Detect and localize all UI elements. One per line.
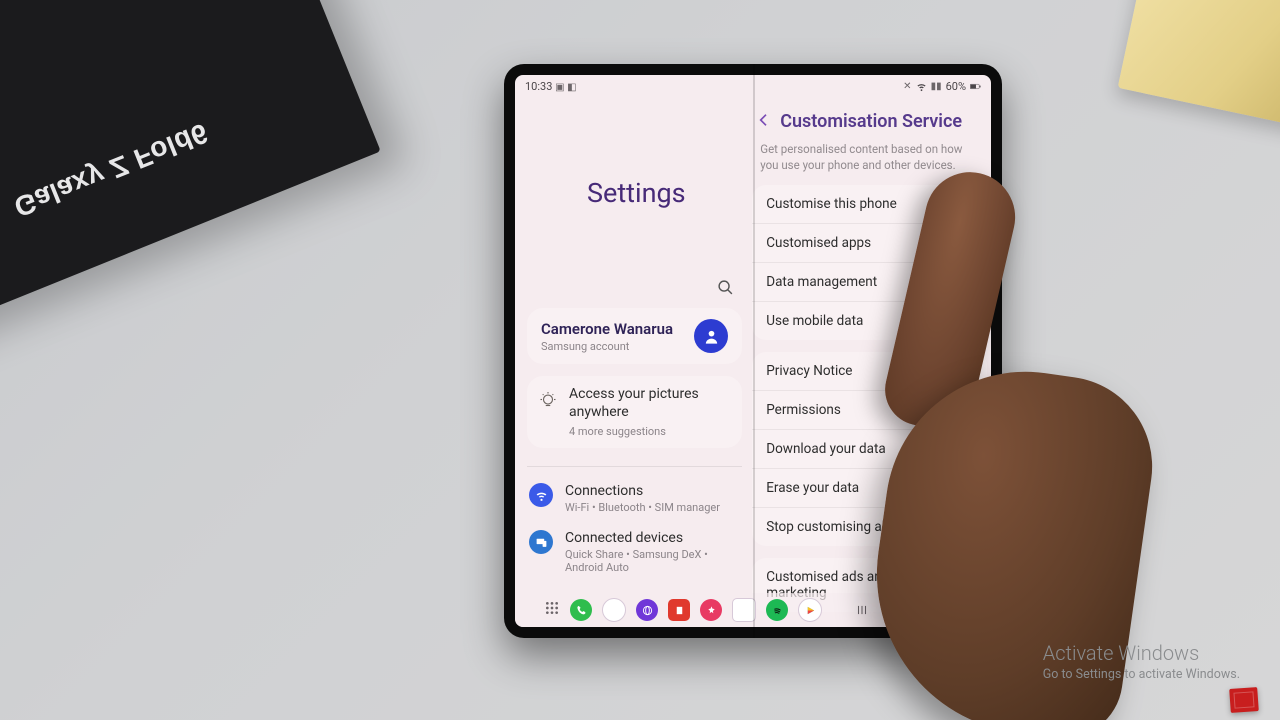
- row-label: Permissions: [766, 402, 841, 418]
- news-app-icon[interactable]: [668, 599, 690, 621]
- row-label: Download your data: [766, 441, 886, 457]
- wood-block: [1118, 0, 1280, 129]
- row-label: Customised apps: [766, 235, 871, 251]
- activate-windows-watermark: Activate Windows Go to Settings to activ…: [1043, 641, 1240, 682]
- phone-app-icon[interactable]: [570, 599, 592, 621]
- search-icon: [717, 279, 734, 296]
- watermark-line1: Activate Windows: [1043, 641, 1240, 665]
- settings-master-pane: Settings Camerone Wanarua Samsung accoun…: [515, 97, 748, 627]
- product-box-label: Galaxy Z Fold6: [10, 116, 213, 223]
- row-erase-data[interactable]: Erase your data: [752, 469, 987, 508]
- app-drawer-button[interactable]: [544, 600, 560, 620]
- gallery-app-icon[interactable]: [700, 599, 722, 621]
- suggestion-more: 4 more suggestions: [569, 425, 730, 438]
- spotify-app-icon[interactable]: [766, 599, 788, 621]
- suggestion-card[interactable]: Access your pictures anywhere 4 more sug…: [527, 376, 742, 448]
- battery-icon: [970, 81, 981, 92]
- row-data-management[interactable]: Data management: [752, 263, 987, 302]
- settings-group-2: Privacy Notice Permissions Download your…: [752, 352, 987, 546]
- row-permissions[interactable]: Permissions: [752, 391, 987, 430]
- product-box: Galaxy Z Fold6: [0, 0, 381, 361]
- account-card[interactable]: Camerone Wanarua Samsung account: [527, 308, 742, 364]
- watermark-line2: Go to Settings to activate Windows.: [1043, 667, 1240, 682]
- messages-app-icon[interactable]: [602, 598, 626, 622]
- status-time: 10:33: [525, 80, 552, 93]
- row-label: Privacy Notice: [766, 363, 852, 379]
- category-desc: Wi-Fi • Bluetooth • SIM manager: [565, 501, 720, 514]
- page-title: Settings: [587, 177, 744, 209]
- category-connected-devices[interactable]: Connected devices Quick Share • Samsung …: [525, 522, 744, 582]
- avatar: [694, 319, 728, 353]
- back-button[interactable]: [756, 112, 772, 132]
- mute-icon: ✕: [903, 81, 911, 92]
- row-privacy-notice[interactable]: Privacy Notice: [752, 352, 987, 391]
- device-hinge: [753, 64, 755, 638]
- grid-icon: [544, 600, 560, 616]
- recents-icon: [855, 603, 869, 617]
- row-label: Customise this phone: [766, 196, 897, 212]
- status-left: 10:33 ▣ ◧: [525, 80, 577, 93]
- search-button[interactable]: [717, 279, 734, 300]
- account-name: Camerone Wanarua: [541, 320, 673, 338]
- category-desc: Quick Share • Samsung DeX • Android Auto: [565, 548, 740, 574]
- category-title: Connected devices: [565, 530, 740, 546]
- category-title: Connections: [565, 483, 720, 499]
- status-right: ✕ ▮▮ 60%: [903, 80, 981, 93]
- signal-icon: ▮▮: [931, 81, 942, 92]
- person-icon: [703, 328, 720, 345]
- lightbulb-icon: [539, 392, 557, 410]
- chevron-left-icon: [756, 112, 772, 128]
- divider: [527, 466, 742, 467]
- row-label: Stop customising all devices: [766, 519, 937, 535]
- row-label: Use mobile data: [766, 313, 863, 329]
- detail-title: Customisation Service: [780, 111, 962, 132]
- wifi-icon: [916, 81, 927, 92]
- row-label: Data management: [766, 274, 877, 290]
- row-label: Erase your data: [766, 480, 859, 496]
- recents-button[interactable]: [854, 602, 870, 618]
- chevron-left-icon: [947, 603, 961, 617]
- row-customised-apps[interactable]: Customised apps: [752, 224, 987, 263]
- category-connections[interactable]: Connections Wi-Fi • Bluetooth • SIM mana…: [525, 475, 744, 522]
- suggestion-headline: Access your pictures anywhere: [569, 386, 730, 421]
- devices-icon: [529, 530, 553, 554]
- home-button[interactable]: [900, 602, 916, 618]
- foldable-device: 10:33 ▣ ◧ ✕ ▮▮ 60% Settings: [504, 64, 1002, 638]
- back-button-nav[interactable]: [946, 602, 962, 618]
- account-sub: Samsung account: [541, 340, 673, 353]
- home-icon: [901, 603, 915, 617]
- row-customise-phone[interactable]: Customise this phone: [752, 185, 987, 224]
- wifi-icon: [529, 483, 553, 507]
- settings-group-1: Customise this phone Customised apps Dat…: [752, 185, 987, 340]
- play-store-app-icon[interactable]: [798, 598, 822, 622]
- status-misc-icon: ▣ ◧: [555, 82, 576, 93]
- status-battery: 60%: [946, 80, 966, 93]
- browser-app-icon[interactable]: [636, 599, 658, 621]
- row-use-mobile-data[interactable]: Use mobile data: [752, 302, 987, 340]
- row-stop-customising[interactable]: Stop customising all devices: [752, 508, 987, 546]
- row-download-data[interactable]: Download your data: [752, 430, 987, 469]
- detail-desc: Get personalised content based on how yo…: [752, 138, 987, 181]
- system-nav: [854, 602, 962, 618]
- tray-icon: [1229, 687, 1259, 713]
- detail-pane: Customisation Service Get personalised c…: [748, 97, 991, 627]
- mobile-data-toggle[interactable]: [943, 313, 973, 329]
